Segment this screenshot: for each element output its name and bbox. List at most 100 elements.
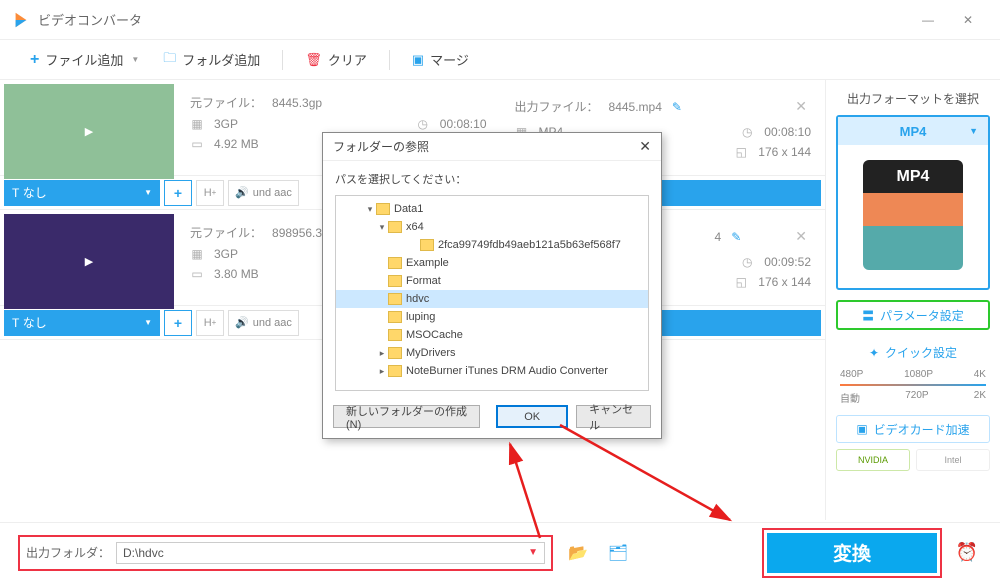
tree-node[interactable]: ▾x64 [336, 218, 648, 236]
format-icon: ▦ [190, 117, 204, 131]
dialog-close-button[interactable]: ✕ [639, 138, 651, 155]
convert-button[interactable]: 変換 [767, 533, 937, 573]
tree-node[interactable]: 2fca99749fdb49aeb121a5b63ef568f7 [336, 236, 648, 254]
add-folder-button[interactable]: 🗀 フォルダ追加 [153, 45, 270, 75]
bottom-bar: 出力フォルダ： D:\hdvc ▼ 📂 🗂 変換 ⏰ [0, 522, 1000, 582]
size-icon: ▭ [190, 137, 204, 151]
folder-tree[interactable]: ▾Data1▾x642fca99749fdb49aeb121a5b63ef568… [335, 195, 649, 391]
src-duration-value: 00:08:10 [440, 117, 487, 131]
tree-node[interactable]: luping [336, 308, 648, 326]
add-subtitle-button[interactable]: + [164, 180, 192, 206]
merge-icon: ▣ [412, 52, 424, 68]
plus-icon: + [30, 51, 39, 69]
src-format-value: 3GP [214, 117, 238, 131]
add-file-label: ファイル追加 [45, 50, 123, 69]
quick-icon: ✦ [869, 346, 879, 360]
resolution-icon: ◱ [734, 145, 748, 159]
chevron-down-icon: ▼ [144, 188, 152, 197]
folder-plus-icon: 🗀 [163, 49, 176, 71]
close-button[interactable]: ✕ [948, 0, 988, 40]
ok-button[interactable]: OK [496, 405, 568, 428]
tree-node[interactable]: hdvc [336, 290, 648, 308]
src-name: 8445.3gp [272, 96, 322, 110]
out-name: 4 [715, 230, 722, 244]
src-name: 898956.3 [272, 226, 322, 240]
browse-folder-dialog: フォルダーの参照 ✕ パスを選択してください： ▾Data1▾x642fca99… [322, 132, 662, 439]
clock-icon: ◷ [740, 125, 754, 139]
convert-region: 変換 [762, 528, 942, 578]
hdr-button[interactable]: H+ [196, 180, 224, 206]
output-folder-label: 出力フォルダ： [26, 544, 110, 561]
sidebar-title: 出力フォーマットを選択 [836, 90, 990, 107]
subtitle-select[interactable]: T なし ▼ [4, 310, 160, 336]
clock-icon: ◷ [416, 117, 430, 131]
add-folder-label: フォルダ追加 [182, 50, 260, 69]
size-icon: ▭ [190, 267, 204, 281]
merge-button[interactable]: ▣ マージ [402, 46, 479, 73]
src-size-value: 4.92 MB [214, 137, 259, 151]
output-format-box[interactable]: MP4 ▼ [836, 115, 990, 290]
tree-node[interactable]: ▸NoteBurner iTunes DRM Audio Converter [336, 362, 648, 380]
output-folder-region: 出力フォルダ： D:\hdvc ▼ [18, 535, 553, 571]
audio-icon: 🔊 [235, 316, 249, 329]
out-name: 8445.mp4 [609, 100, 662, 114]
titlebar: ビデオコンバータ — ✕ [0, 0, 1000, 40]
chevron-down-icon: ▼ [528, 547, 538, 558]
minimize-button[interactable]: — [908, 0, 948, 40]
app-title: ビデオコンバータ [38, 10, 908, 29]
mp4-preview-icon [863, 160, 963, 270]
toolbar-divider [389, 50, 390, 70]
thumbnail[interactable]: ▶ [4, 84, 174, 179]
open-output-button[interactable]: 🗂 [603, 540, 633, 566]
src-format-value: 3GP [214, 247, 238, 261]
toolbar: + ファイル追加 ▼ 🗀 フォルダ追加 🗑 クリア ▣ マージ [0, 40, 1000, 80]
quality-slider[interactable]: 480P 1080P 4K 自動 720P 2K [840, 369, 986, 405]
out-res-value: 176 x 144 [758, 275, 811, 289]
subtitle-select[interactable]: T なし ▼ [4, 180, 160, 206]
quick-settings-header: ✦ クイック設定 [836, 344, 990, 361]
dialog-title: フォルダーの参照 [333, 138, 429, 155]
src-size-value: 3.80 MB [214, 267, 259, 281]
trash-icon: 🗑 [305, 52, 322, 68]
add-file-button[interactable]: + ファイル追加 ▼ [20, 46, 149, 73]
cancel-button[interactable]: キャンセル [576, 405, 651, 428]
chevron-down-icon: ▼ [144, 318, 152, 327]
format-label: MP4 [900, 124, 927, 139]
resolution-icon: ◱ [734, 275, 748, 289]
new-folder-button[interactable]: 新しいフォルダーの作成(N) [333, 405, 480, 428]
schedule-button[interactable]: ⏰ [952, 538, 982, 568]
vendor-nvidia: NVIDIA [836, 449, 910, 471]
audio-track-select[interactable]: 🔊 und aac [228, 180, 299, 206]
audio-icon: 🔊 [235, 186, 249, 199]
tree-node[interactable]: ▾Data1 [336, 200, 648, 218]
dialog-hint: パスを選択してください： [323, 161, 661, 191]
format-icon: ▦ [190, 247, 204, 261]
tree-node[interactable]: Example [336, 254, 648, 272]
audio-track-select[interactable]: 🔊 und aac [228, 310, 299, 336]
tree-node[interactable]: MSOCache [336, 326, 648, 344]
merge-label: マージ [430, 50, 469, 69]
src-label: 元ファイル： [190, 224, 262, 241]
gpu-accel-button[interactable]: ▣ ビデオカード加速 [836, 415, 990, 443]
out-duration-value: 00:08:10 [764, 125, 811, 139]
parameter-settings-button[interactable]: 〓 パラメータ設定 [836, 300, 990, 330]
browse-folder-button[interactable]: 📂 [563, 540, 593, 566]
remove-file-button[interactable]: ✕ [791, 94, 811, 119]
hdr-button[interactable]: H+ [196, 310, 224, 336]
clear-label: クリア [328, 50, 367, 69]
add-subtitle-button[interactable]: + [164, 310, 192, 336]
chevron-down-icon: ▼ [969, 126, 978, 136]
sidebar: 出力フォーマットを選択 MP4 ▼ 〓 パラメータ設定 ✦ クイック設定 [825, 80, 1000, 520]
clear-button[interactable]: 🗑 クリア [295, 46, 377, 73]
tree-node[interactable]: Format [336, 272, 648, 290]
toolbar-divider [282, 50, 283, 70]
format-preview [838, 145, 988, 285]
edit-name-icon[interactable]: ✎ [731, 230, 741, 244]
edit-name-icon[interactable]: ✎ [672, 100, 682, 114]
tree-node[interactable]: ▸MyDrivers [336, 344, 648, 362]
sliders-icon: 〓 [862, 307, 874, 324]
remove-file-button[interactable]: ✕ [791, 224, 811, 249]
output-folder-input[interactable]: D:\hdvc ▼ [116, 542, 545, 564]
chevron-down-icon: ▼ [131, 55, 139, 64]
thumbnail[interactable]: ▶ [4, 214, 174, 309]
